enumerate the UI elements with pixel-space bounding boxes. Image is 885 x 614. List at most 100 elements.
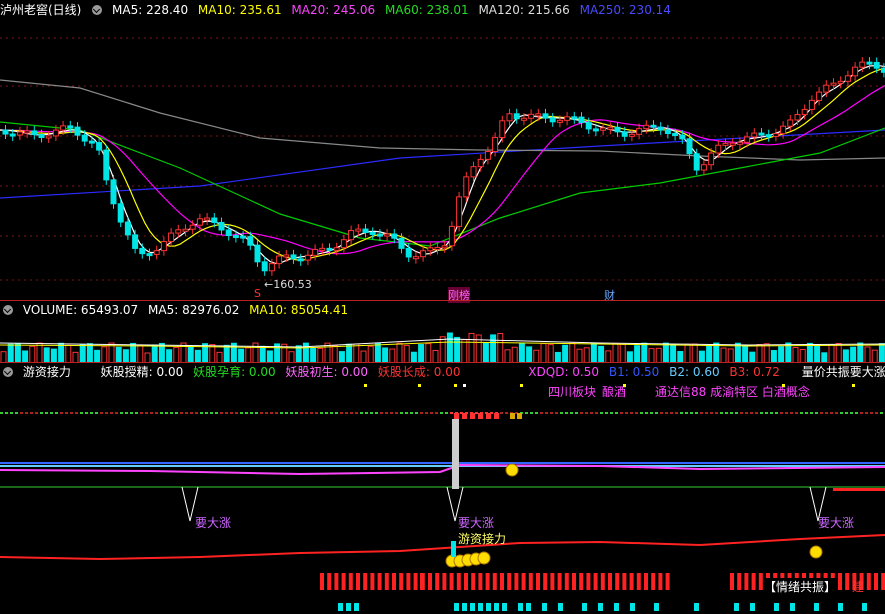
price-chart[interactable] (0, 18, 885, 300)
candle-body (816, 91, 823, 101)
candle-body (232, 235, 239, 239)
volume-bar (65, 344, 72, 363)
signal-strip-dash (210, 412, 213, 414)
signal-strip-dash (635, 412, 638, 414)
signal-strip-dash (835, 412, 838, 414)
signal-strip-dash (200, 412, 203, 414)
signal-strip-dash (735, 412, 738, 414)
signal-strip-dash (580, 412, 583, 414)
signal-strip-dash (570, 412, 573, 414)
volume-bar (526, 346, 533, 363)
volume-bar (475, 334, 482, 363)
red-block (478, 413, 483, 419)
vol-ma5-readout: MA5: 82976.02 (148, 303, 240, 317)
volume-bar (367, 345, 374, 363)
signal-strip-dash (270, 412, 273, 414)
candle-body (312, 248, 319, 256)
emotion-bar (737, 573, 742, 590)
cyan-block (462, 603, 467, 611)
emotion-bar (464, 573, 468, 590)
indicator-panel[interactable]: 游资接力 妖股授精: 0.00 妖股孕育: 0.00 妖股初生: 0.00 妖股… (0, 363, 885, 614)
b2-readout: B2: 0.60 (669, 365, 720, 379)
volume-bar (396, 342, 403, 363)
signal-strip-dash (380, 412, 383, 414)
tick-mark (852, 384, 855, 387)
signal-strip-dash (860, 412, 863, 414)
signal-strip-dash (125, 412, 128, 414)
ma250-line (0, 129, 885, 199)
candle-body (744, 136, 751, 143)
candle-body (715, 144, 722, 154)
signal-strip-dash (815, 412, 818, 414)
candle-body (765, 134, 772, 138)
volume-bar (662, 342, 669, 363)
stock-title[interactable]: 泸州老窖(日线) (0, 3, 81, 17)
signal-strip-dash (60, 412, 63, 414)
signal-strip-dash (190, 412, 193, 414)
signal-strip-dash (505, 412, 508, 414)
candle-body (81, 134, 88, 142)
signal-strip-dash (45, 412, 48, 414)
volume-bar (540, 343, 547, 363)
emotion-bar (751, 573, 756, 590)
settings-circle-icon[interactable] (92, 5, 103, 15)
ma120-readout: MA120: 215.66 (478, 3, 570, 17)
cyan-block (470, 603, 475, 611)
candle-body (528, 113, 535, 119)
candle-body (823, 84, 830, 93)
emotion-bar (456, 573, 461, 590)
volume-bar (36, 342, 43, 363)
settings-circle-icon[interactable] (3, 305, 13, 315)
emotion-bar (435, 573, 440, 590)
candle-body (434, 246, 441, 250)
candle-body (110, 179, 117, 205)
volume-bar (482, 342, 489, 363)
emotion-bar (485, 573, 490, 590)
volume-bar (583, 347, 590, 363)
candle-body (405, 247, 412, 258)
signal-strip-dash (865, 412, 868, 414)
volume-chart[interactable] (0, 319, 885, 363)
signal-strip-dash (685, 412, 688, 414)
yaoguai-shouqing: 妖股授精: 0.00 (100, 365, 184, 379)
signal-strip-dash (565, 412, 568, 414)
signal-strip-dash (315, 412, 318, 414)
indicator-chart[interactable] (0, 381, 885, 614)
volume-bar (166, 349, 173, 363)
signal-strip-dash (605, 412, 608, 414)
candle-body (564, 116, 571, 121)
tick-mark (454, 384, 457, 387)
emotion-bar (500, 573, 504, 590)
signal-strip-dash (240, 412, 243, 414)
emotion-bar (413, 573, 418, 590)
volume-panel[interactable]: VOLUME: 65493.07 MA5: 82976.02 MA10: 850… (0, 301, 885, 363)
settings-circle-icon[interactable] (3, 367, 13, 377)
emotion-bar (449, 573, 454, 590)
emotion-bar (428, 573, 432, 590)
candle-body (722, 142, 729, 146)
candle-body (506, 113, 513, 122)
ma10-line (0, 67, 885, 261)
volume-readout: VOLUME: 65493.07 (22, 303, 139, 317)
candle-body (844, 75, 851, 82)
candle-body (470, 166, 477, 178)
signal-strip-dash (790, 412, 793, 414)
signal-strip-dash (700, 412, 703, 414)
emotion-label: 【情绪共振】 (764, 578, 837, 595)
ma120-line (0, 79, 885, 161)
signal-strip-dash (645, 412, 648, 414)
signal-strip-dash (540, 412, 543, 414)
signal-strip-dash (800, 412, 803, 414)
candle-body (607, 126, 614, 130)
volume-bar (562, 344, 569, 363)
signal-strip-dash (410, 412, 413, 414)
cyan-block (526, 603, 531, 611)
red-block (494, 413, 499, 419)
price-panel[interactable]: 泸州老窖(日线) MA5: 228.40 MA10: 235.61 MA20: … (0, 0, 885, 303)
volume-bar (857, 342, 864, 363)
candle-body (153, 250, 160, 255)
indicator-name[interactable]: 游资接力 (23, 365, 71, 379)
candle-body (830, 82, 837, 86)
emotion-bar (615, 573, 620, 590)
cyan-block (630, 603, 635, 611)
